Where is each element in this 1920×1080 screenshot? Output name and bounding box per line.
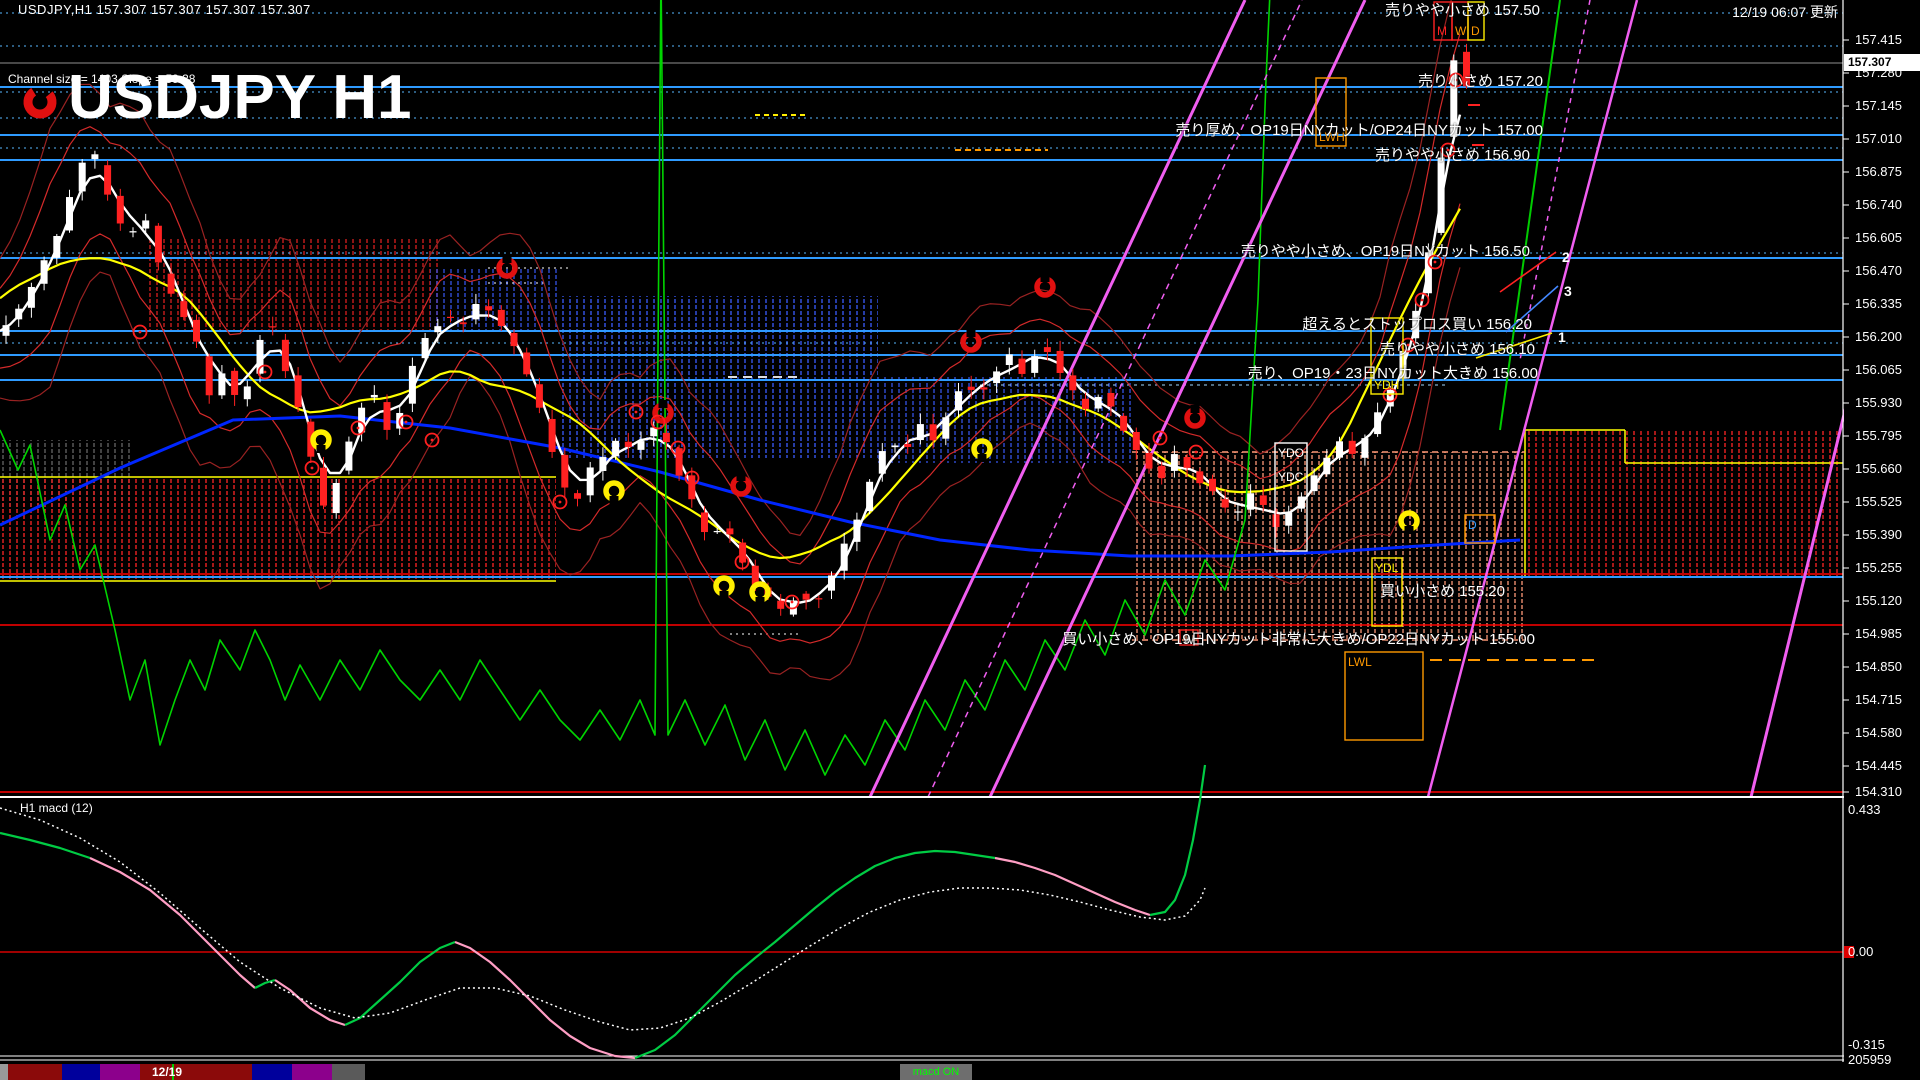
date-label: 12/19: [152, 1065, 183, 1079]
session-segment[interactable]: [252, 1064, 292, 1080]
price-annotation: 売り小さめ 157.20: [1417, 73, 1543, 90]
svg-text:155.255: 155.255: [1855, 560, 1902, 575]
price-annotation: 買い小さめ、OP19日NYカット非常に大きめ/OP22日NYカット 155.00: [1062, 631, 1535, 648]
symbol-ohlc-title: USDJPY,H1 157.307 157.307 157.307 157.30…: [18, 2, 311, 17]
svg-text:154.985: 154.985: [1855, 626, 1902, 641]
session-segment[interactable]: [0, 1064, 8, 1080]
session-segment[interactable]: [365, 1064, 1920, 1080]
price-annotation: 売りやや小さめ 156.90: [1374, 147, 1530, 164]
svg-text:2: 2: [1562, 249, 1570, 265]
session-segment[interactable]: [62, 1064, 100, 1080]
svg-text:156.605: 156.605: [1855, 230, 1902, 245]
session-segment[interactable]: [332, 1064, 365, 1080]
price-annotation: 売り、OP19・23日NYカット大きめ 156.00: [1247, 365, 1538, 382]
last-updated-label: 12/19 06:07 更新: [1732, 4, 1838, 20]
svg-text:3: 3: [1564, 283, 1572, 299]
svg-text:157.415: 157.415: [1855, 32, 1902, 47]
chart-canvas[interactable]: 231M W DLWHYDHYDOYDCYDLDLWLW157.415157.280…: [0, 0, 1920, 1080]
watermark: USDJPY H1: [22, 62, 411, 133]
session-segment[interactable]: [292, 1064, 332, 1080]
watermark-text: USDJPY H1: [68, 63, 412, 132]
svg-text:155.795: 155.795: [1855, 428, 1902, 443]
session-segment[interactable]: [8, 1064, 62, 1080]
macd-panel: [0, 764, 1843, 1060]
svg-text:154.850: 154.850: [1855, 659, 1902, 674]
svg-text:155.390: 155.390: [1855, 527, 1902, 542]
current-price-badge: 157.307: [1844, 54, 1920, 71]
price-annotation: 買い小さめ 155.20: [1379, 583, 1505, 600]
macd-toggle-button[interactable]: macd ON: [900, 1064, 972, 1080]
price-annotation: 売りやや小さめ 156.10: [1379, 341, 1535, 358]
svg-text:D: D: [1471, 24, 1480, 38]
svg-text:0.00: 0.00: [1848, 944, 1873, 959]
svg-text:155.525: 155.525: [1855, 494, 1902, 509]
price-annotation: 売り厚め、OP19日NYカット/OP24日NYカット 157.00: [1175, 122, 1543, 139]
svg-text:155.660: 155.660: [1855, 461, 1902, 476]
session-segment[interactable]: [100, 1064, 140, 1080]
svg-text:YDO: YDO: [1278, 446, 1304, 460]
svg-text:156.200: 156.200: [1855, 329, 1902, 344]
svg-text:157.010: 157.010: [1855, 131, 1902, 146]
svg-text:YDC: YDC: [1278, 470, 1304, 484]
svg-text:156.335: 156.335: [1855, 296, 1902, 311]
svg-text:155.120: 155.120: [1855, 593, 1902, 608]
svg-text:D: D: [1468, 518, 1477, 532]
price-annotation: 売りやや小さめ、OP19日NYカット 156.50: [1240, 243, 1530, 260]
mt4-chart-window: 2 3 1 M W D LWH YDH YDO YDC YDL D LWL W 157.415 157.280…: [0, 0, 1920, 1080]
svg-text:W: W: [1455, 24, 1467, 38]
broker-logo-icon: [23, 85, 57, 118]
svg-text:155.930: 155.930: [1855, 395, 1902, 410]
svg-text:-0.315: -0.315: [1848, 1037, 1885, 1052]
svg-text:157.145: 157.145: [1855, 98, 1902, 113]
svg-text:0.433: 0.433: [1848, 802, 1881, 817]
svg-text:156.875: 156.875: [1855, 164, 1902, 179]
svg-text:156.065: 156.065: [1855, 362, 1902, 377]
svg-text:156.470: 156.470: [1855, 263, 1902, 278]
price-annotation: 超えるとストップロス買い 156.20: [1302, 316, 1532, 333]
svg-text:LWL: LWL: [1348, 655, 1372, 669]
svg-text:M: M: [1437, 24, 1447, 38]
price-axis: 157.415157.280157.145157.010156.875156.7…: [1842, 0, 1920, 1067]
svg-text:154.715: 154.715: [1855, 692, 1902, 707]
svg-text:1: 1: [1558, 329, 1566, 345]
macd-indicator-label: H1 macd (12): [20, 801, 93, 815]
svg-text:154.580: 154.580: [1855, 725, 1902, 740]
svg-text:156.740: 156.740: [1855, 197, 1902, 212]
svg-text:154.310: 154.310: [1855, 784, 1902, 799]
svg-text:154.445: 154.445: [1855, 758, 1902, 773]
svg-text:YDL: YDL: [1375, 561, 1399, 575]
price-annotation: 売りやや小さめ 157.50: [1384, 2, 1540, 19]
